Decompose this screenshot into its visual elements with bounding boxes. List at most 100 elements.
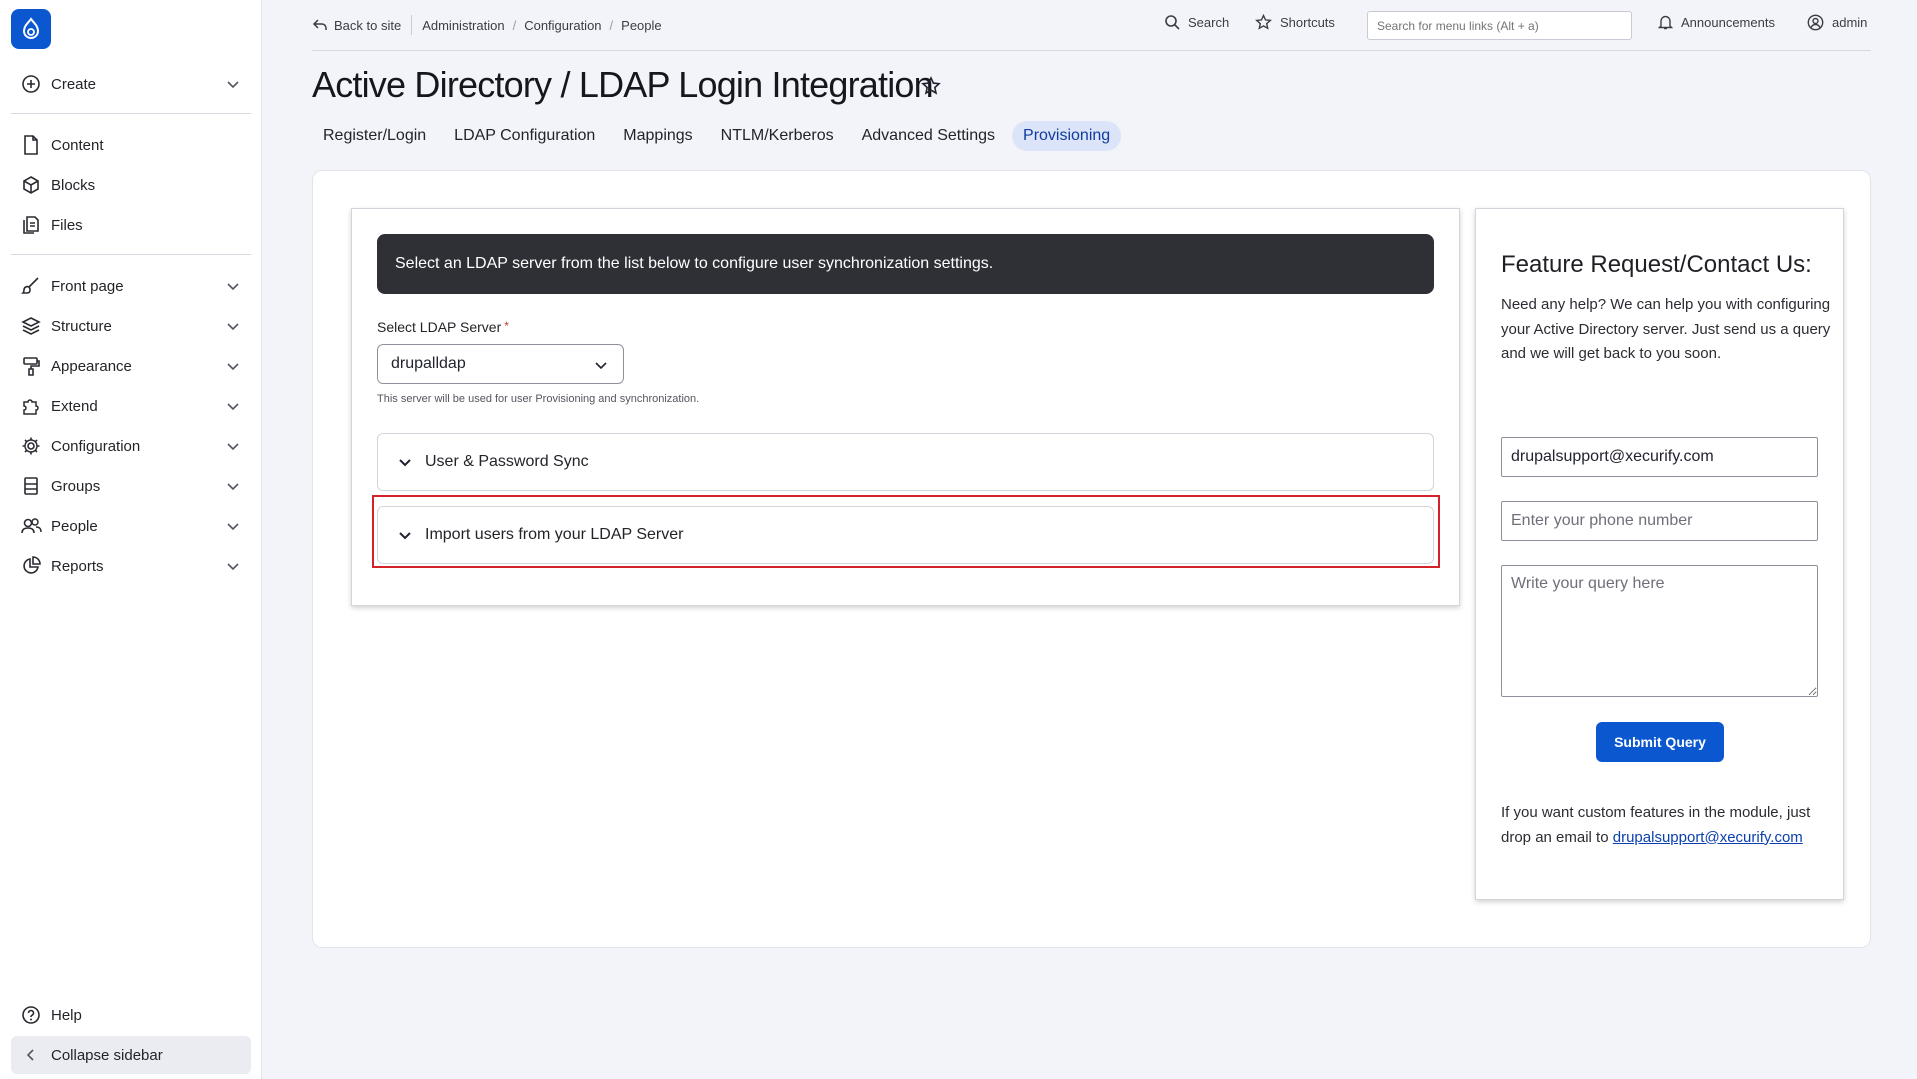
help-icon [20,1004,42,1026]
breadcrumb-administration[interactable]: Administration [422,18,504,33]
contact-query-textarea[interactable] [1501,565,1818,697]
sidebar-item-structure[interactable]: Structure [11,308,251,344]
tab-register-login[interactable]: Register/Login [312,121,437,151]
ldap-server-label: Select LDAP Server * [377,319,509,335]
sidebar-item-label: Help [51,1006,82,1024]
bell-icon [1658,15,1673,30]
accordion-label: User & Password Sync [425,453,589,470]
chevron-down-icon [227,81,239,89]
user-icon [1807,14,1824,31]
drupal-logo[interactable] [11,9,51,49]
files-icon [20,214,42,236]
gear-icon [20,435,42,457]
sidebar-divider [11,113,251,114]
contact-email-field[interactable] [1501,437,1818,477]
menu-links-search-input[interactable] [1367,11,1632,40]
add-shortcut-star-icon[interactable] [921,76,941,96]
search-label: Search [1188,14,1230,30]
breadcrumb-configuration[interactable]: Configuration [524,18,601,33]
announcements-label: Announcements [1681,14,1775,30]
sidebar-item-extend[interactable]: Extend [11,388,251,424]
brush-icon [20,275,42,297]
sidebar-item-files[interactable]: Files [11,207,251,243]
sidebar-item-configuration[interactable]: Configuration [11,428,251,464]
sidebar-item-help[interactable]: Help [11,997,251,1033]
sidebar-item-groups[interactable]: Groups [11,468,251,504]
chevron-down-icon [227,323,239,331]
sidebar-item-content[interactable]: Content [11,127,251,163]
collapse-sidebar-label: Collapse sidebar [51,1046,163,1064]
ldap-server-label-text: Select LDAP Server [377,319,502,335]
sidebar-item-label: Appearance [51,357,132,375]
chevron-down-icon [595,362,607,370]
chevron-down-icon [399,459,411,467]
group-icon [20,475,42,497]
contact-title: Feature Request/Contact Us: [1501,251,1812,278]
collapse-sidebar-button[interactable]: Collapse sidebar [11,1036,251,1074]
topbar-divider [312,50,1871,51]
tab-bar: Register/Login LDAP Configuration Mappin… [312,120,1127,152]
chevron-down-icon [227,483,239,491]
star-icon [1255,14,1272,30]
ldap-server-description: This server will be used for user Provis… [377,393,700,405]
chevron-down-icon [227,563,239,571]
tab-advanced-settings[interactable]: Advanced Settings [851,121,1006,151]
sidebar-item-create[interactable]: Create [11,66,251,102]
tab-provisioning[interactable]: Provisioning [1012,121,1122,151]
chevron-left-icon [20,1048,42,1062]
people-icon [20,515,42,537]
announcements-button[interactable]: Announcements [1658,14,1775,30]
submit-query-button[interactable]: Submit Query [1596,722,1724,762]
info-banner: Select an LDAP server from the list belo… [377,234,1434,294]
sidebar-item-blocks[interactable]: Blocks [11,167,251,203]
breadcrumb-separator: / [512,17,517,33]
tab-mappings[interactable]: Mappings [612,121,703,151]
sidebar-item-reports[interactable]: Reports [11,548,251,584]
support-email-link[interactable]: drupalsupport@xecurify.com [1613,829,1803,846]
breadcrumb-divider [411,15,413,35]
sidebar-item-label: Extend [51,397,98,415]
tab-ldap-configuration[interactable]: LDAP Configuration [443,121,606,151]
import-users-accordion[interactable]: Import users from your LDAP Server [377,506,1434,564]
search-icon [1165,15,1180,30]
sidebar-item-people[interactable]: People [11,508,251,544]
sidebar-item-appearance[interactable]: Appearance [11,348,251,384]
plus-circle-icon [20,73,42,95]
chevron-down-icon [227,523,239,531]
back-arrow-icon [312,19,327,30]
chevron-down-icon [227,443,239,451]
sidebar-item-label: Reports [51,557,104,575]
user-name: admin [1832,15,1868,30]
info-banner-text: Select an LDAP server from the list belo… [395,255,994,272]
chevron-down-icon [227,283,239,291]
sidebar: Create Content Blocks Files Front page S… [0,0,262,1079]
shortcuts-button[interactable]: Shortcuts [1255,14,1335,30]
sidebar-item-front-page[interactable]: Front page [11,268,251,304]
contact-phone-field[interactable] [1501,501,1818,541]
tab-ntlm-kerberos[interactable]: NTLM/Kerberos [710,121,845,151]
breadcrumb-people[interactable]: People [621,18,661,33]
user-password-sync-accordion[interactable]: User & Password Sync [377,433,1434,491]
chevron-down-icon [399,532,411,540]
search-button[interactable]: Search [1164,14,1229,30]
breadcrumb: Back to site Administration / Configurat… [312,15,662,35]
layers-icon [20,315,42,337]
sidebar-item-label: Front page [51,277,124,295]
cube-icon [20,174,42,196]
required-mark: * [504,319,509,333]
pie-chart-icon [20,555,42,577]
drupal-drop-icon [22,17,40,39]
page-title: Active Directory / LDAP Login Integratio… [312,64,934,105]
paint-roller-icon [20,355,42,377]
sidebar-item-label: Files [51,216,83,234]
sidebar-item-label: Configuration [51,437,141,455]
contact-intro: Need any help? We can help you with conf… [1501,296,1831,362]
ldap-server-selected-value: drupalldap [391,355,466,372]
back-to-site-link[interactable]: Back to site [334,18,401,33]
puzzle-icon [20,395,42,417]
user-menu-button[interactable]: admin [1807,14,1867,31]
ldap-server-select[interactable]: drupalldap [377,344,624,384]
chevron-down-icon [227,403,239,411]
accordion-label: Import users from your LDAP Server [425,526,684,543]
sidebar-item-label: Groups [51,477,101,495]
